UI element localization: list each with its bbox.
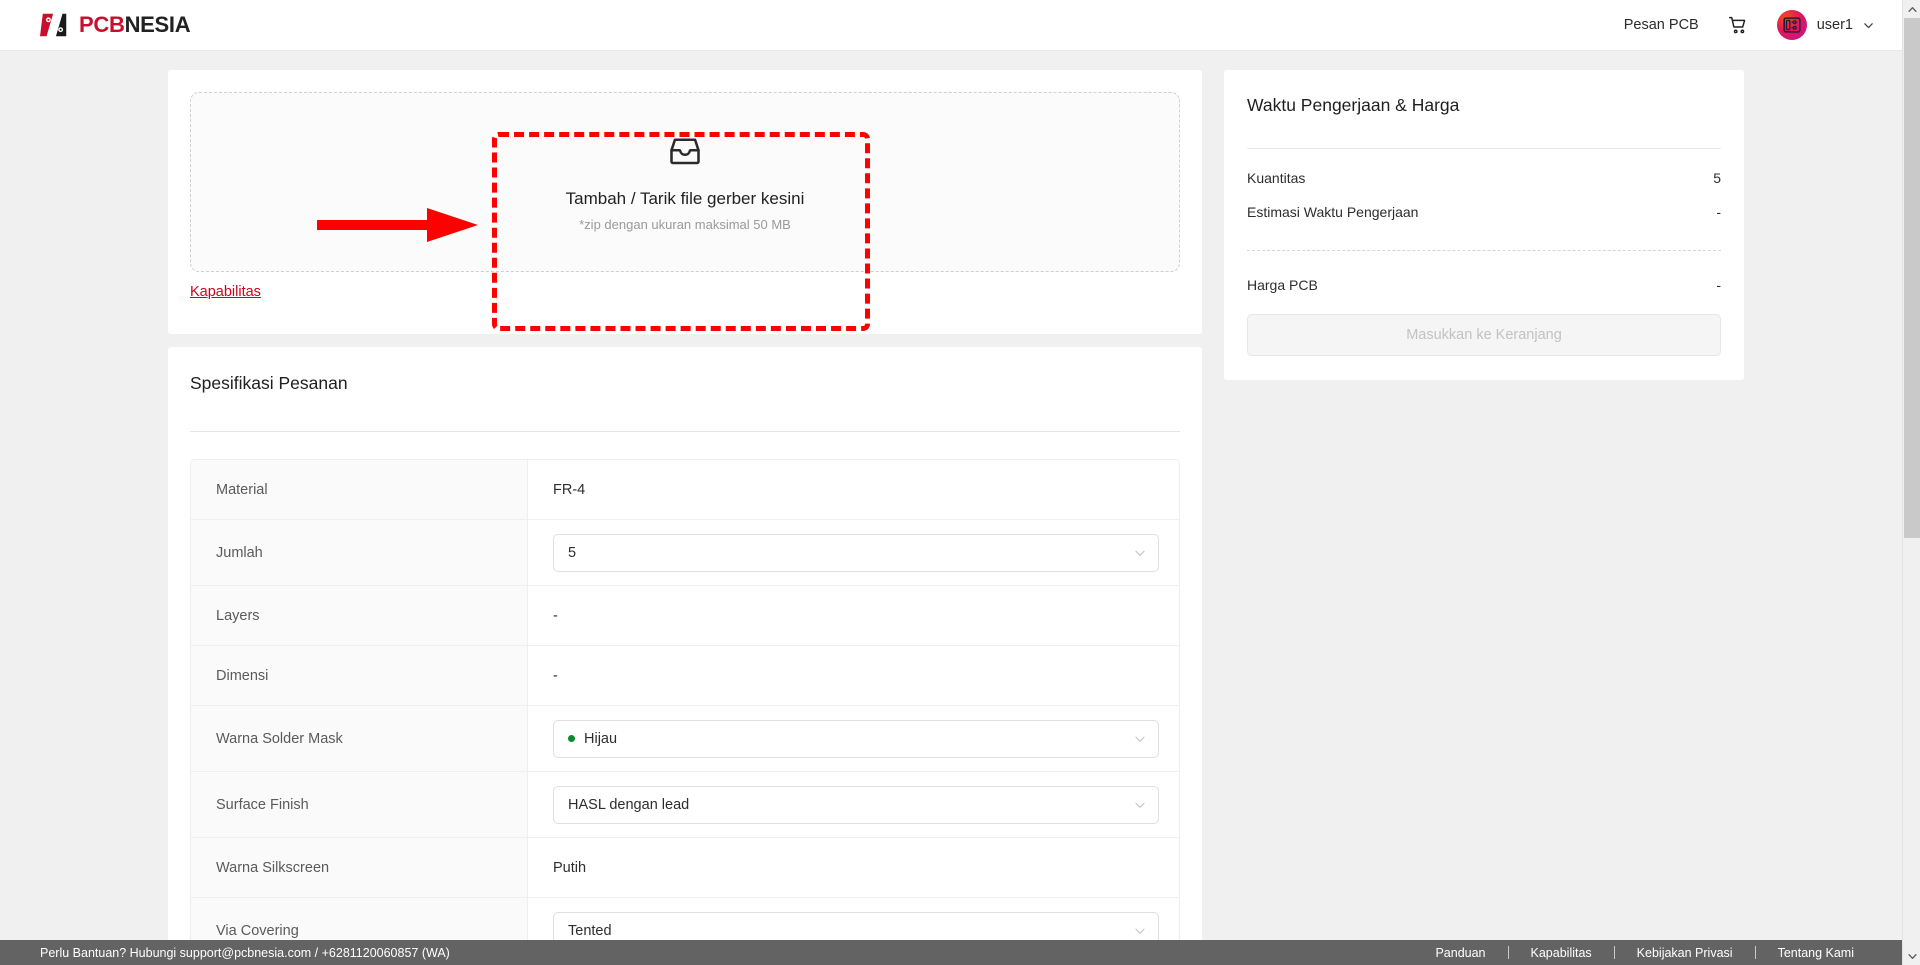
table-row: Warna Silkscreen Putih <box>191 838 1179 898</box>
kapabilitas-link[interactable]: Kapabilitas <box>190 284 261 300</box>
footer-contact-text: Perlu Bantuan? Hubungi support@pcbnesia.… <box>40 945 450 960</box>
vertical-scrollbar[interactable] <box>1902 0 1920 965</box>
waktu-harga-panel: Waktu Pengerjaan & Harga Kuantitas 5 Est… <box>1224 70 1744 380</box>
user-avatar-pcb-icon <box>1783 17 1801 33</box>
kuantitas-value: 5 <box>1713 170 1721 186</box>
table-row: Warna Solder Mask Hijau <box>191 706 1179 772</box>
shopping-cart-icon[interactable] <box>1727 14 1749 36</box>
row-value-text: Putih <box>553 859 587 876</box>
row-estimasi: Estimasi Waktu Pengerjaan - <box>1247 204 1721 220</box>
row-value-text: - <box>553 607 558 624</box>
panel-title: Waktu Pengerjaan & Harga <box>1247 95 1460 115</box>
header-actions: Pesan PCB user1 <box>1624 10 1874 40</box>
color-swatch-dot <box>568 735 575 742</box>
annotation-arrow <box>317 208 478 242</box>
footer-link-tentang-kami[interactable]: Tentang Kami <box>1756 946 1876 960</box>
dropzone-title: Tambah / Tarik file gerber kesini <box>565 188 805 208</box>
select-value-text: 5 <box>568 544 577 561</box>
footer-link-kapabilitas[interactable]: Kapabilitas <box>1509 946 1614 960</box>
divider <box>1247 148 1721 149</box>
footer-bar: Perlu Bantuan? Hubungi support@pcbnesia.… <box>0 940 1902 965</box>
spesifikasi-table: Material FR-4 Jumlah 5 Layers - Dimensi - Warna … <box>190 459 1180 965</box>
row-harga-pcb: Harga PCB - <box>1247 277 1721 293</box>
chevron-up-icon <box>1907 6 1917 12</box>
scrollbar-thumb[interactable] <box>1904 18 1920 538</box>
footer-links: Panduan Kapabilitas Kebijakan Privasi Tenta… <box>1413 946 1876 960</box>
row-label: Dimensi <box>191 646 528 705</box>
select-value-wrap: 5 <box>568 545 576 561</box>
row-kuantitas: Kuantitas 5 <box>1247 170 1721 186</box>
select-value-text: Hijau <box>584 730 618 747</box>
dashed-divider <box>1247 250 1721 251</box>
estimasi-value: - <box>1716 204 1721 220</box>
chevron-down-icon <box>1907 953 1917 959</box>
masukkan-keranjang-button[interactable]: Masukkan ke Keranjang <box>1247 314 1721 356</box>
page-content: Tambah / Tarik file gerber kesini *zip d… <box>0 51 1902 965</box>
avatar <box>1776 10 1807 40</box>
chevron-down-icon <box>1135 736 1145 742</box>
table-row: Jumlah 5 <box>191 520 1179 586</box>
upload-card: Tambah / Tarik file gerber kesini *zip d… <box>168 70 1202 334</box>
row-value: Putih <box>528 838 1179 897</box>
chevron-down-icon <box>1135 928 1145 934</box>
row-value: HASL dengan lead <box>528 772 1179 837</box>
select-value-text: Tented <box>568 923 612 939</box>
select-value-wrap: HASL dengan lead <box>568 797 689 813</box>
row-label: Material <box>191 460 528 519</box>
user-name-label: user1 <box>1816 17 1853 33</box>
row-value-text: FR-4 <box>553 481 586 498</box>
scroll-up-button[interactable] <box>1903 0 1920 18</box>
row-value: - <box>528 586 1179 645</box>
row-value: Hijau <box>528 706 1179 771</box>
chevron-down-icon[interactable] <box>1863 20 1874 31</box>
table-row: Layers - <box>191 586 1179 646</box>
row-label: Layers <box>191 586 528 645</box>
select-warna-solder-mask[interactable]: Hijau <box>553 719 1159 758</box>
row-value: 5 <box>528 520 1179 585</box>
brand-text-red: PCB <box>79 12 125 37</box>
footer-link-panduan[interactable]: Panduan <box>1413 946 1507 960</box>
spesifikasi-card: Spesifikasi Pesanan Material FR-4 Jumlah 5 L… <box>168 347 1202 965</box>
footer-link-kebijakan-privasi[interactable]: Kebijakan Privasi <box>1615 946 1755 960</box>
table-row: Material FR-4 <box>191 460 1179 520</box>
chevron-down-icon <box>1135 802 1145 808</box>
divider <box>190 431 1180 432</box>
select-surface-finish[interactable]: HASL dengan lead <box>553 785 1159 824</box>
table-row: Surface Finish HASL dengan lead <box>191 772 1179 838</box>
user-menu[interactable]: user1 <box>1776 10 1874 40</box>
select-value-text: HASL dengan lead <box>568 796 690 813</box>
page-title: Spesifikasi Pesanan <box>190 373 348 393</box>
row-value: - <box>528 646 1179 705</box>
row-label: Surface Finish <box>191 772 528 837</box>
chevron-down-icon <box>1135 550 1145 556</box>
harga-label: Harga PCB <box>1247 277 1318 293</box>
pcbnesia-logo-mark <box>40 12 67 38</box>
select-value-wrap: Tented <box>568 923 612 939</box>
harga-value: - <box>1716 277 1721 293</box>
top-header: PCBNESIA Pesan PCB user1 <box>0 0 1902 51</box>
inbox-tray-icon <box>670 137 700 164</box>
row-label: Warna Solder Mask <box>191 706 528 771</box>
kuantitas-label: Kuantitas <box>1247 170 1306 186</box>
estimasi-label: Estimasi Waktu Pengerjaan <box>1247 204 1419 220</box>
select-jumlah[interactable]: 5 <box>553 533 1159 572</box>
row-label: Jumlah <box>191 520 528 585</box>
row-value: FR-4 <box>528 460 1179 519</box>
nav-pesan-pcb[interactable]: Pesan PCB <box>1624 17 1699 33</box>
dropzone-subtitle: *zip dengan ukuran maksimal 50 MB <box>579 216 791 232</box>
table-row: Dimensi - <box>191 646 1179 706</box>
brand-wordmark: PCBNESIA <box>79 12 191 38</box>
select-value-wrap: Hijau <box>568 731 617 747</box>
brand-logo[interactable]: PCBNESIA <box>40 10 191 40</box>
row-label: Warna Silkscreen <box>191 838 528 897</box>
scroll-down-button[interactable] <box>1903 947 1920 965</box>
row-value-text: - <box>553 667 558 684</box>
brand-text-dark: NESIA <box>124 12 191 37</box>
